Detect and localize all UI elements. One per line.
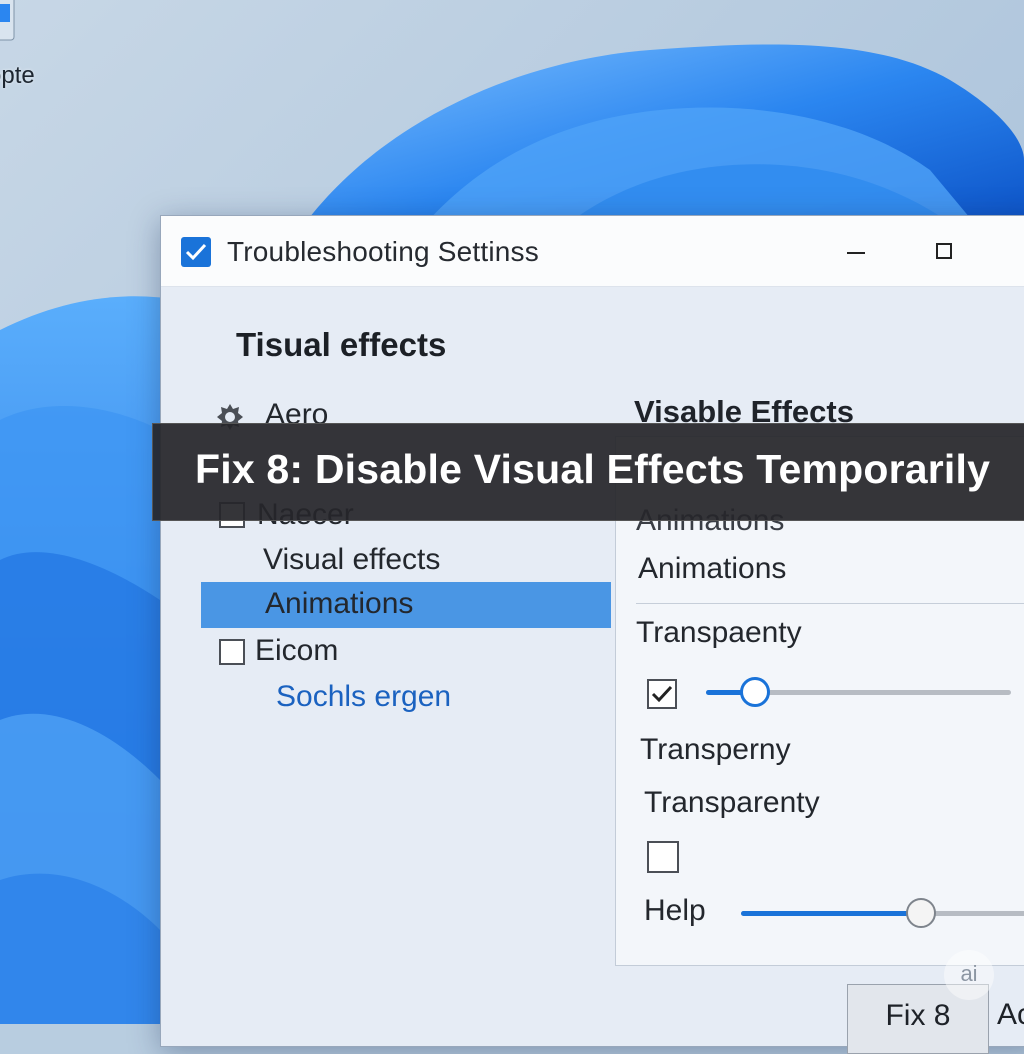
apply-button[interactable]: Ac	[997, 984, 1024, 1046]
tree-item-animations-label: Animations	[265, 587, 414, 620]
troubleshooting-settings-window: Troubleshooting Settinss Tisual effects …	[160, 215, 1024, 1054]
desktop-icon-label: opte	[0, 62, 35, 89]
minimize-button[interactable]	[833, 230, 877, 274]
transparency-label-3: Transparenty	[644, 786, 820, 819]
title-banner: Fix 8: Disable Visual Effects Temporaril…	[152, 423, 1024, 521]
help-slider[interactable]	[741, 898, 1024, 928]
slider-thumb[interactable]	[740, 677, 770, 707]
tree-link[interactable]: Sochls ergen	[276, 680, 451, 714]
help-label: Help	[644, 894, 706, 927]
transparency-checkbox[interactable]	[647, 841, 679, 873]
transparency-checkbox-checked[interactable]	[647, 679, 677, 709]
slider-thumb[interactable]	[906, 898, 936, 928]
window-title: Troubleshooting Settinss	[227, 236, 539, 267]
watermark-badge: ai	[944, 950, 994, 1000]
desktop-icon-computer[interactable]: opte	[0, 0, 68, 100]
app-checkbox-icon	[181, 237, 211, 267]
computer-icon	[0, 0, 15, 41]
checkmark-icon	[651, 685, 673, 703]
transparency-slider[interactable]	[706, 677, 1011, 707]
transparency-label-2: Transperny	[640, 733, 791, 766]
slider-fill	[741, 911, 921, 916]
title-bar[interactable]: Troubleshooting Settinss	[161, 216, 1024, 287]
section-title: Tisual effects	[236, 326, 447, 363]
tree-item-visual-effects[interactable]: Visual effects	[263, 543, 440, 577]
animations-option-2[interactable]: Animations	[638, 552, 786, 586]
maximize-button[interactable]	[923, 230, 967, 274]
divider	[636, 603, 1024, 604]
banner-text: Fix 8: Disable Visual Effects Temporaril…	[195, 446, 991, 492]
transparency-label-1: Transpaenty	[636, 616, 802, 649]
eicom-checkbox[interactable]	[219, 639, 245, 665]
tree-item-eicom[interactable]: Eicom	[255, 634, 338, 668]
